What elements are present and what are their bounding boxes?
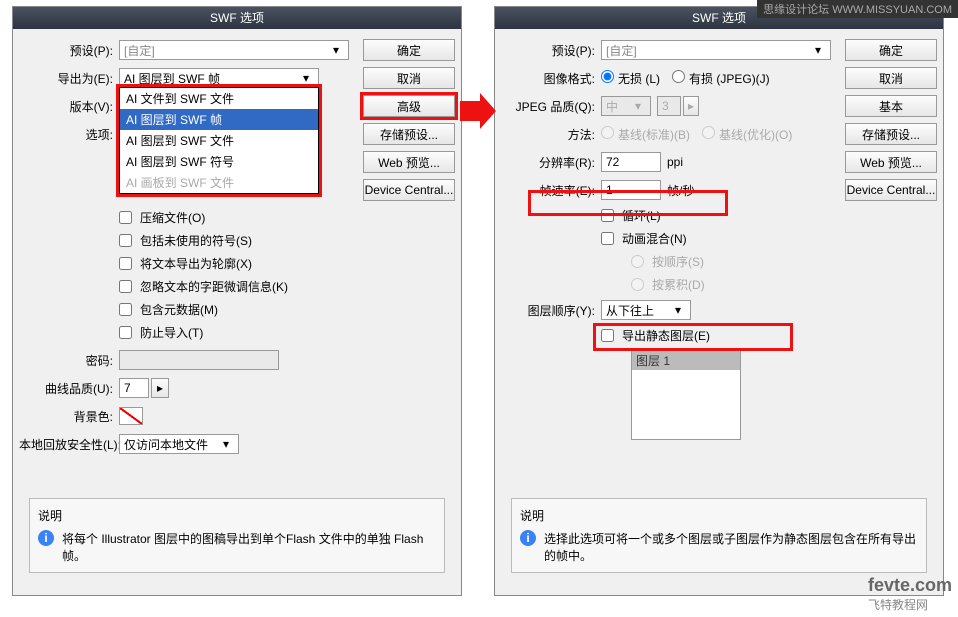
password-label: 密码: (19, 352, 119, 369)
swf-options-dialog-basic: SWF 选项 预设(P): [自定] ▾ 导出为(E): AI 图层到 SWF … (12, 6, 462, 596)
chevron-down-icon: ▾ (298, 71, 314, 85)
chevron-down-icon: ▾ (810, 43, 826, 57)
jpeg-stepper-icon: ▸ (683, 96, 699, 116)
export-static-label: 导出静态图层(E) (622, 327, 710, 344)
security-label: 本地回放安全性(L): (19, 436, 119, 453)
security-select[interactable]: 仅访问本地文件 ▾ (119, 434, 239, 454)
ok-button[interactable]: 确定 (363, 39, 455, 61)
cancel-button[interactable]: 取消 (845, 67, 937, 89)
dialog-title: SWF 选项 (13, 7, 461, 29)
static-layers-list[interactable]: 图层 1 (631, 350, 741, 440)
lossless-radio[interactable]: 无损 (L) (601, 70, 660, 87)
watermark-top: 思缘设计论坛 WWW.MISSYUAN.COM (757, 0, 958, 18)
jpeg-quality-num (657, 96, 681, 116)
resolution-input[interactable] (601, 152, 661, 172)
arrow-icon (460, 93, 496, 129)
description-text: 选择此选项可将一个或多个图层或子图层作为静态图层包含在所有导出的帧中。 (544, 530, 918, 564)
web-preview-button[interactable]: Web 预览... (363, 151, 455, 173)
method-label: 方法: (501, 126, 601, 143)
protect-import-label: 防止导入(T) (140, 324, 203, 341)
protect-import-checkbox[interactable] (119, 326, 132, 339)
preset-select[interactable]: [自定] ▾ (601, 40, 831, 60)
chevron-down-icon: ▾ (670, 303, 686, 317)
outline-text-label: 将文本导出为轮廓(X) (140, 255, 252, 272)
info-icon: i (520, 530, 536, 546)
curve-stepper-icon[interactable]: ▸ (151, 378, 169, 398)
layer-order-select[interactable]: 从下往上 ▾ (601, 300, 691, 320)
resolution-label: 分辨率(R): (501, 154, 601, 171)
lossy-radio[interactable]: 有损 (JPEG)(J) (672, 70, 770, 87)
dropdown-item[interactable]: AI 图层到 SWF 符号 (120, 151, 318, 172)
advanced-button[interactable]: 高级 (363, 95, 455, 117)
basic-button[interactable]: 基本 (845, 95, 937, 117)
description-text: 将每个 Illustrator 图层中的图稿导出到单个Flash 文件中的单独 … (62, 530, 436, 564)
save-preset-button[interactable]: 存储预设... (363, 123, 455, 145)
chevron-down-icon: ▾ (218, 437, 234, 451)
unused-symbols-checkbox[interactable] (119, 234, 132, 247)
unused-symbols-label: 包括未使用的符号(S) (140, 232, 252, 249)
optimized-radio: 基线(优化)(O) (702, 126, 792, 143)
export-as-dropdown: AI 文件到 SWF 文件 AI 图层到 SWF 帧 AI 图层到 SWF 文件… (119, 87, 319, 194)
device-central-button[interactable]: Device Central... (845, 179, 937, 201)
preset-label: 预设(P): (19, 42, 119, 59)
description-box: 说明 i 选择此选项可将一个或多个图层或子图层作为静态图层包含在所有导出的帧中。 (511, 498, 927, 573)
preset-select[interactable]: [自定] ▾ (119, 40, 349, 60)
metadata-label: 包含元数据(M) (140, 301, 218, 318)
swf-options-dialog-advanced: SWF 选项 预设(P): [自定] ▾ 图像格式: 无损 (L) 有损 (JP… (494, 6, 944, 596)
bgcolor-label: 背景色: (19, 408, 119, 425)
by-order-radio (631, 255, 644, 268)
options-label: 选项: (19, 126, 119, 143)
framerate-unit: 帧/秒 (667, 182, 694, 199)
layer-order-label: 图层顺序(Y): (521, 302, 601, 319)
baseline-radio: 基线(标准)(B) (601, 126, 690, 143)
password-input (119, 350, 279, 370)
save-preset-button[interactable]: 存储预设... (845, 123, 937, 145)
framerate-label: 帧速率(E): (501, 182, 601, 199)
curve-quality-label: 曲线品质(U): (19, 380, 119, 397)
curve-quality-input[interactable] (119, 378, 149, 398)
export-as-label: 导出为(E): (19, 70, 119, 87)
description-title: 说明 (520, 507, 918, 524)
ignore-kerning-label: 忽略文本的字距微调信息(K) (140, 278, 288, 295)
ok-button[interactable]: 确定 (845, 39, 937, 61)
dropdown-item-selected[interactable]: AI 图层到 SWF 帧 (120, 109, 318, 130)
outline-text-checkbox[interactable] (119, 257, 132, 270)
web-preview-button[interactable]: Web 预览... (845, 151, 937, 173)
jpeg-quality-label: JPEG 品质(Q): (501, 98, 601, 115)
export-static-checkbox[interactable] (601, 329, 614, 342)
compress-checkbox[interactable] (119, 211, 132, 224)
dropdown-item-disabled: AI 画板到 SWF 文件 (120, 172, 318, 193)
cancel-button[interactable]: 取消 (363, 67, 455, 89)
preset-label: 预设(P): (501, 42, 601, 59)
image-format-label: 图像格式: (501, 70, 601, 87)
watermark-bottom: fevte.com飞特教程网 (868, 575, 952, 613)
bgcolor-swatch[interactable] (119, 407, 143, 425)
resolution-unit: ppi (667, 155, 683, 169)
description-title: 说明 (38, 507, 436, 524)
loop-checkbox[interactable] (601, 209, 614, 222)
dropdown-item[interactable]: AI 文件到 SWF 文件 (120, 88, 318, 109)
ignore-kerning-checkbox[interactable] (119, 280, 132, 293)
info-icon: i (38, 530, 54, 546)
jpeg-quality-select: 中▾ (601, 96, 651, 116)
export-as-select[interactable]: AI 图层到 SWF 帧 ▾ (119, 68, 319, 88)
description-box: 说明 i 将每个 Illustrator 图层中的图稿导出到单个Flash 文件… (29, 498, 445, 573)
metadata-checkbox[interactable] (119, 303, 132, 316)
device-central-button[interactable]: Device Central... (363, 179, 455, 201)
by-accum-radio (631, 278, 644, 291)
chevron-down-icon: ▾ (328, 43, 344, 57)
dropdown-item[interactable]: AI 图层到 SWF 文件 (120, 130, 318, 151)
framerate-input[interactable] (601, 180, 661, 200)
loop-label: 循环(L) (622, 207, 661, 224)
version-label: 版本(V): (19, 98, 119, 115)
compress-label: 压缩文件(O) (140, 209, 205, 226)
anim-blend-label: 动画混合(N) (622, 230, 687, 247)
anim-blend-checkbox[interactable] (601, 232, 614, 245)
list-item[interactable]: 图层 1 (632, 351, 740, 370)
